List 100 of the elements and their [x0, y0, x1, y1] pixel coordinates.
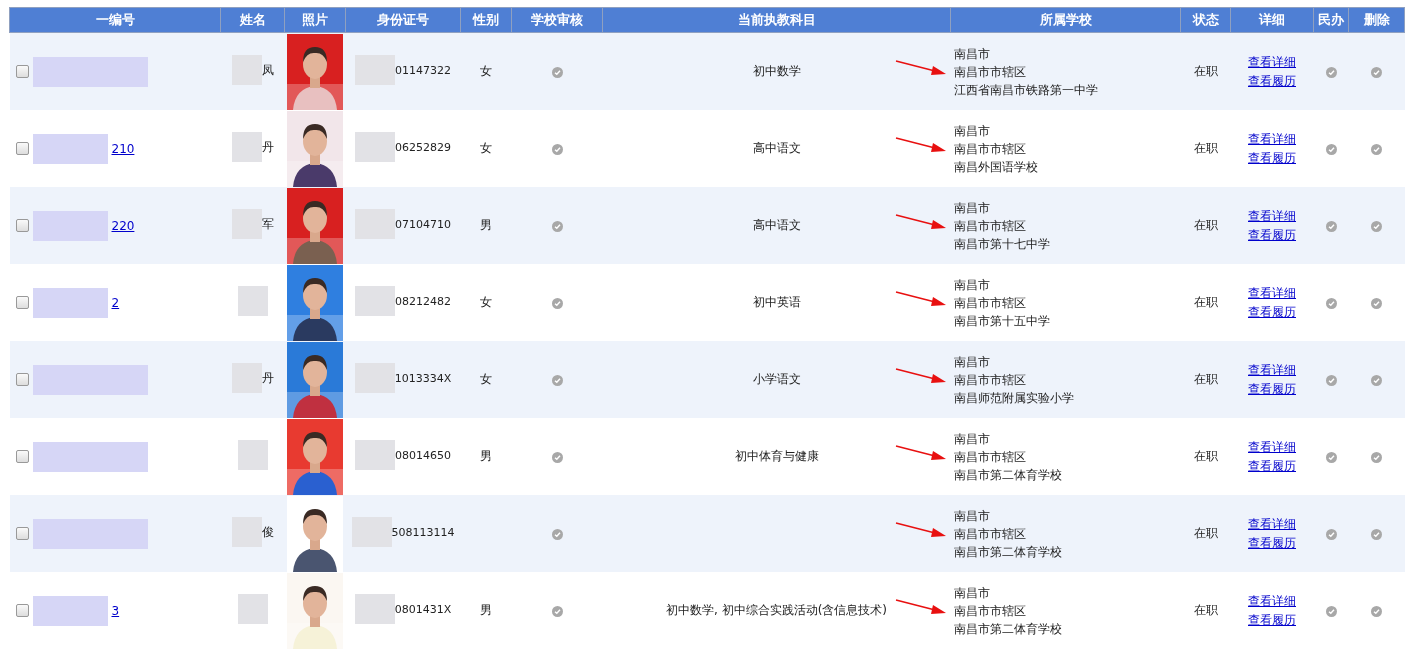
gender-text: 男 — [480, 218, 492, 232]
school-text: 南昌市第二体育学校 — [953, 466, 1063, 484]
check-circle-icon — [551, 297, 563, 309]
check-circle-icon — [1325, 528, 1337, 540]
status-text: 在职 — [1193, 295, 1218, 309]
subject-text: 初中英语 — [752, 295, 801, 309]
checkbox[interactable] — [15, 296, 29, 309]
name-text: 凤 — [261, 61, 274, 79]
school-text: 南昌市 — [953, 199, 991, 217]
school-text: 南昌市市辖区 — [953, 140, 1027, 158]
redaction-block — [237, 286, 268, 316]
school-text: 南昌市第十七中学 — [953, 235, 1051, 253]
check-circle-icon — [1325, 143, 1337, 155]
id-number-text: 0801431X — [394, 602, 452, 616]
annotation-arrow — [894, 211, 947, 232]
redaction-block — [355, 440, 395, 470]
school-text: 南昌市市辖区 — [953, 294, 1027, 312]
check-circle-icon — [551, 143, 563, 155]
id-number-text: 06252829 — [395, 140, 451, 154]
status-text: 在职 — [1193, 141, 1218, 155]
checkbox[interactable] — [15, 450, 29, 463]
detail-link[interactable]: 查看履历 — [1248, 72, 1296, 90]
gender-text: 男 — [480, 603, 492, 617]
check-circle-icon — [1371, 143, 1382, 155]
school-text: 南昌市第二体育学校 — [953, 543, 1063, 561]
status-text: 在职 — [1193, 526, 1218, 540]
check-circle-icon — [1371, 528, 1382, 540]
checkbox[interactable] — [15, 65, 29, 78]
redaction-block — [355, 286, 395, 316]
gender-text: 女 — [480, 64, 492, 78]
checkbox[interactable] — [15, 219, 29, 232]
id-link[interactable]: 220 — [111, 218, 135, 233]
gender-text: 女 — [480, 295, 492, 309]
status-text: 在职 — [1193, 603, 1218, 617]
status-text: 在职 — [1193, 64, 1218, 78]
redaction-block — [354, 594, 395, 624]
id-number-text: 08014650 — [395, 448, 451, 462]
school-text: 南昌市市辖区 — [953, 448, 1027, 466]
subject-text: 初中数学 — [752, 64, 801, 78]
name-text: 丹 — [261, 369, 274, 387]
check-circle-icon — [1325, 66, 1337, 78]
subject-text: 小学语文 — [752, 372, 801, 386]
annotation-arrow — [894, 596, 947, 617]
status-text: 在职 — [1193, 218, 1218, 232]
detail-link[interactable]: 查看详细 — [1248, 207, 1296, 225]
detail-link[interactable]: 查看履历 — [1248, 611, 1296, 629]
check-circle-icon — [1371, 374, 1382, 386]
detail-link[interactable]: 查看详细 — [1248, 438, 1296, 456]
column-header: 所属学校 — [950, 7, 1181, 33]
detail-link[interactable]: 查看详细 — [1248, 284, 1296, 302]
id-number-text: 508113114 — [391, 525, 455, 539]
detail-link[interactable]: 查看履历 — [1248, 226, 1296, 244]
school-text: 南昌市市辖区 — [953, 217, 1027, 235]
id-link[interactable]: 3 — [111, 603, 120, 618]
checkbox[interactable] — [15, 373, 29, 386]
id-number-text: 07104710 — [395, 217, 451, 231]
checkbox[interactable] — [15, 142, 29, 155]
check-circle-icon — [1371, 66, 1382, 78]
school-text: 江西省南昌市铁路第一中学 — [953, 81, 1099, 99]
subject-text: 高中语文 — [752, 218, 801, 232]
detail-link[interactable]: 查看履历 — [1248, 380, 1296, 398]
school-text: 南昌市市辖区 — [953, 371, 1027, 389]
check-circle-icon — [1325, 605, 1337, 617]
check-circle-icon — [1371, 451, 1382, 463]
detail-link[interactable]: 查看详细 — [1248, 592, 1296, 610]
check-circle-icon — [1325, 220, 1337, 232]
check-circle-icon — [551, 220, 563, 232]
school-text: 南昌外国语学校 — [953, 158, 1039, 176]
check-circle-icon — [551, 374, 563, 386]
detail-link[interactable]: 查看履历 — [1248, 149, 1296, 167]
check-circle-icon — [1325, 451, 1337, 463]
school-text: 南昌市 — [953, 122, 991, 140]
column-header: 一编号 — [9, 7, 221, 33]
detail-link[interactable]: 查看详细 — [1248, 515, 1296, 533]
detail-link[interactable]: 查看履历 — [1248, 303, 1296, 321]
annotation-arrow — [894, 519, 947, 540]
column-header: 详细 — [1230, 7, 1314, 33]
detail-link[interactable]: 查看详细 — [1248, 361, 1296, 379]
checkbox[interactable] — [15, 527, 29, 540]
check-circle-icon — [1325, 297, 1337, 309]
check-circle-icon — [551, 605, 563, 617]
id-link[interactable]: 210 — [111, 141, 135, 156]
redaction-block — [231, 132, 262, 162]
gender-text: 女 — [480, 141, 492, 155]
id-link[interactable]: 2 — [111, 295, 120, 310]
column-header: 学校审核 — [511, 7, 603, 33]
check-circle-icon — [1325, 374, 1337, 386]
id-number-text: 01147322 — [395, 63, 451, 77]
annotation-arrow — [894, 365, 947, 386]
detail-link[interactable]: 查看详细 — [1248, 130, 1296, 148]
annotation-arrow — [894, 288, 947, 309]
annotation-arrow — [894, 134, 947, 155]
detail-link[interactable]: 查看履历 — [1248, 534, 1296, 552]
check-circle-icon — [1371, 605, 1382, 617]
detail-link[interactable]: 查看详细 — [1248, 53, 1296, 71]
column-header: 身份证号 — [345, 7, 461, 33]
school-text: 南昌师范附属实验小学 — [953, 389, 1075, 407]
subject-text: 初中数学, 初中综合实践活动(含信息技术) — [666, 603, 887, 617]
detail-link[interactable]: 查看履历 — [1248, 457, 1296, 475]
checkbox[interactable] — [15, 604, 29, 617]
